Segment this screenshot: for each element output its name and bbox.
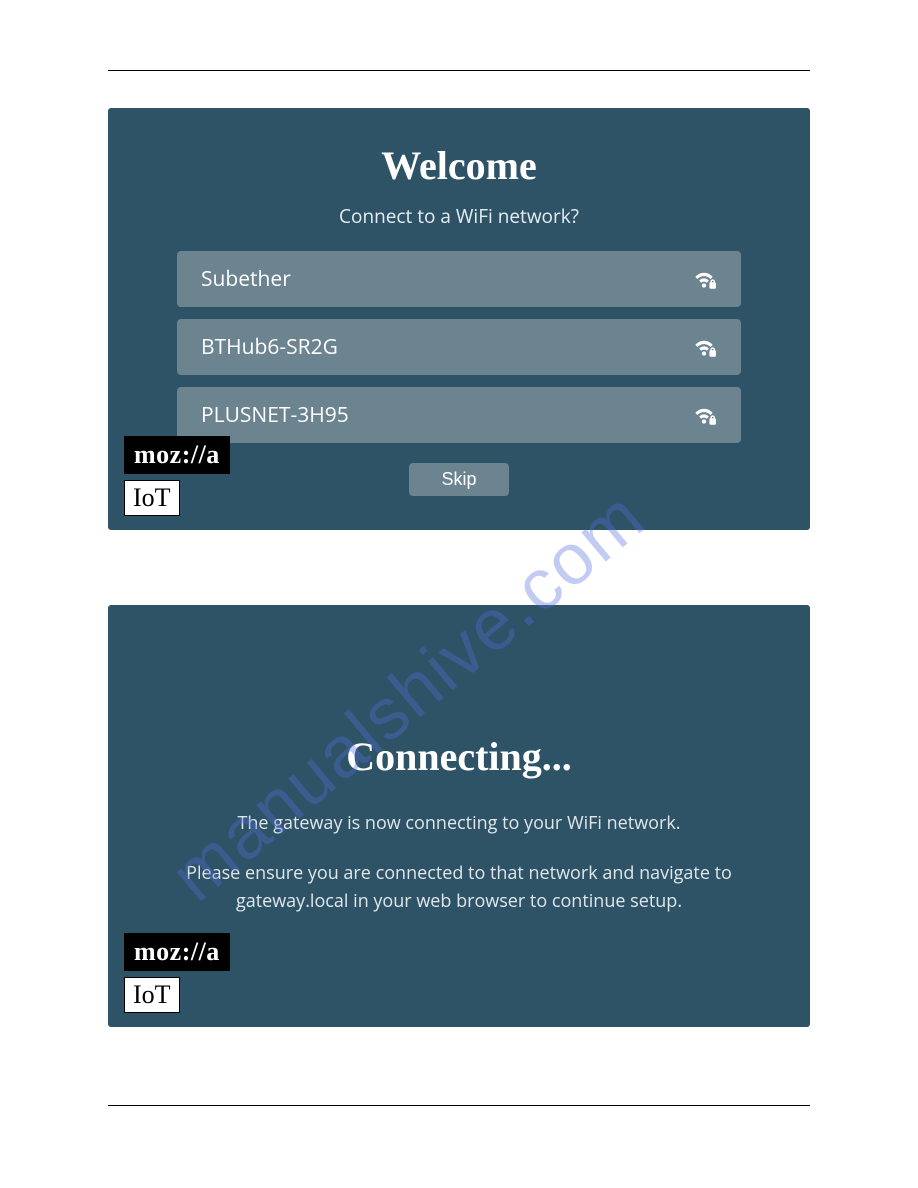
welcome-subtitle: Connect to a WiFi network?	[108, 203, 810, 229]
brand-badges: moz://a IoT	[124, 933, 230, 1013]
wifi-ssid-label: BTHub6-SR2G	[201, 333, 338, 361]
welcome-title: Welcome	[108, 108, 810, 189]
wifi-ssid-label: PLUSNET-3H95	[201, 401, 349, 429]
mozilla-logo: moz://a	[124, 436, 230, 474]
connecting-line2: Please ensure you are connected to that …	[148, 860, 770, 916]
wifi-ssid-label: Subether	[201, 265, 291, 293]
wifi-secure-icon	[691, 336, 717, 358]
wifi-network-item[interactable]: Subether	[177, 251, 741, 307]
wifi-secure-icon	[691, 404, 717, 426]
wifi-network-list: Subether BTHub6-SR2G PLUSNET-3H95	[177, 251, 741, 443]
divider-bottom	[108, 1105, 810, 1106]
iot-logo: IoT	[124, 977, 180, 1013]
skip-button[interactable]: Skip	[409, 463, 509, 496]
wifi-secure-icon	[691, 268, 717, 290]
wifi-network-item[interactable]: BTHub6-SR2G	[177, 319, 741, 375]
connecting-title: Connecting...	[108, 605, 810, 780]
brand-badges: moz://a IoT	[124, 436, 230, 516]
mozilla-logo: moz://a	[124, 933, 230, 971]
connecting-panel: Connecting... The gateway is now connect…	[108, 605, 810, 1027]
iot-logo: IoT	[124, 480, 180, 516]
wifi-setup-panel: Welcome Connect to a WiFi network? Subet…	[108, 108, 810, 530]
divider-top	[108, 70, 810, 71]
connecting-body: The gateway is now connecting to your Wi…	[108, 810, 810, 916]
wifi-network-item[interactable]: PLUSNET-3H95	[177, 387, 741, 443]
connecting-line1: The gateway is now connecting to your Wi…	[148, 810, 770, 838]
